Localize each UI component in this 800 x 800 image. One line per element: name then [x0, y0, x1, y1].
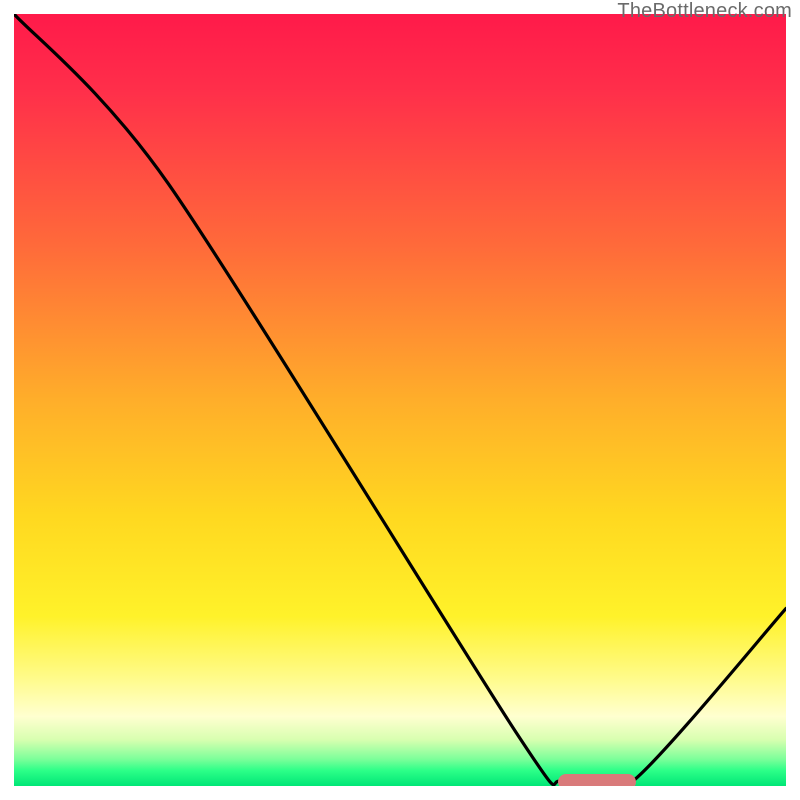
- bottleneck-chart: TheBottleneck.com: [0, 0, 800, 800]
- plot-area: [14, 14, 786, 786]
- curve-path: [14, 14, 786, 786]
- watermark-text: TheBottleneck.com: [617, 0, 792, 23]
- optimal-range-marker: [558, 774, 635, 786]
- line-curve: [14, 14, 786, 786]
